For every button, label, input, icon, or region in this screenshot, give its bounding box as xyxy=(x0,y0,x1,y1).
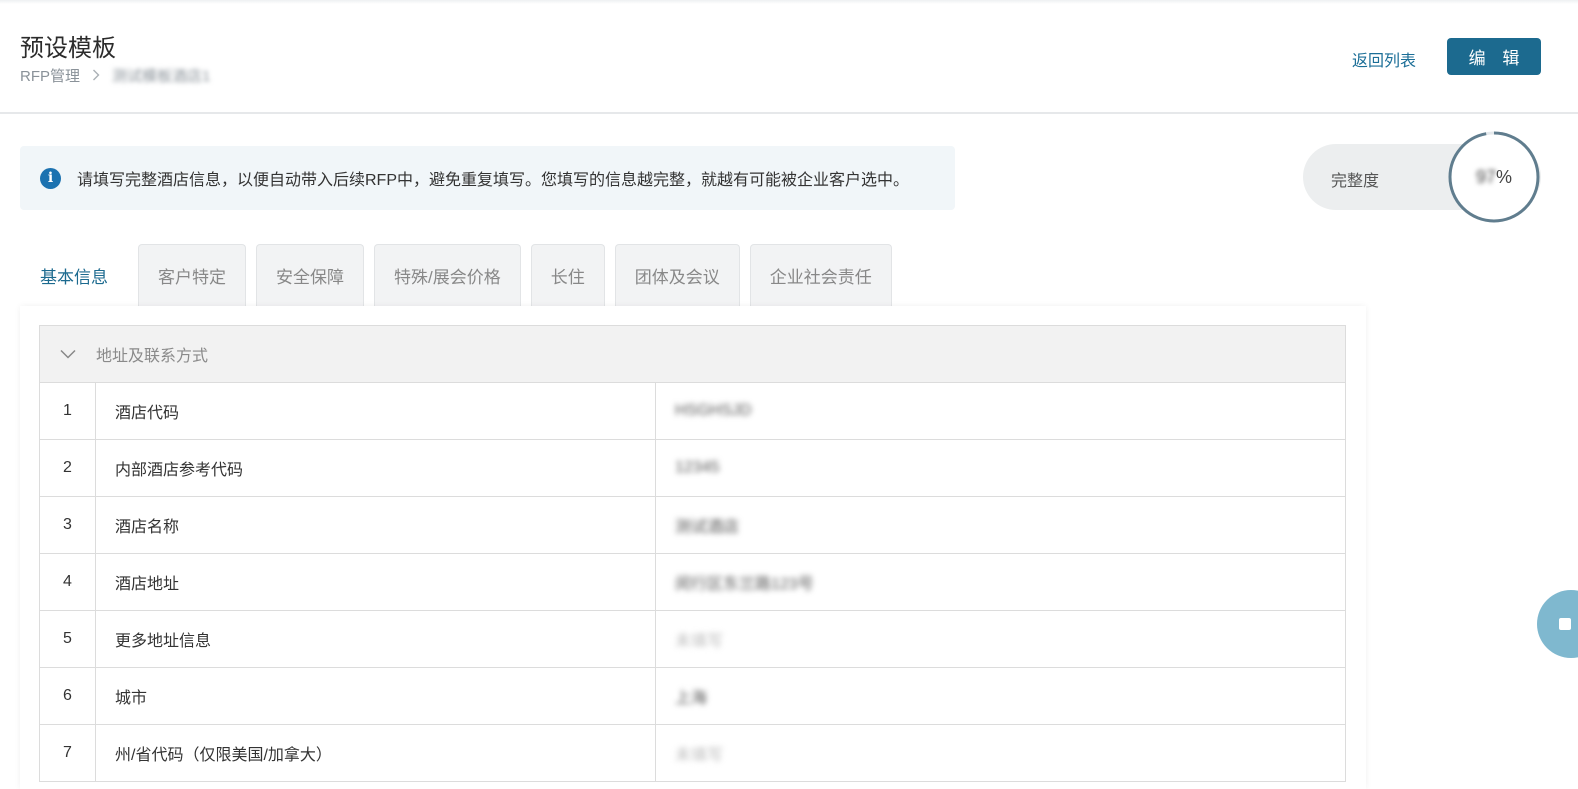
completeness-number: 97 xyxy=(1475,166,1496,187)
row-label: 内部酒店参考代码 xyxy=(95,439,656,497)
tab-long-stay[interactable]: 长住 xyxy=(530,244,605,306)
tab-csr[interactable]: 企业社会责任 xyxy=(749,244,892,306)
chat-float-button[interactable] xyxy=(1537,590,1578,658)
row-value: HSGHSJD xyxy=(675,402,752,419)
table-row: 4 酒店地址 闵行区东兰路123号 xyxy=(39,553,1346,611)
row-label: 州/省代码（仅限美国/加拿大） xyxy=(95,724,656,782)
breadcrumb: RFP管理 测试模板酒店1 xyxy=(20,65,210,86)
info-table: 1 酒店代码 HSGHSJD 2 内部酒店参考代码 12345 3 酒店名称 测试酒店 4 酒店地址… xyxy=(39,382,1346,782)
row-value: 测试酒店 xyxy=(675,519,740,536)
row-number: 1 xyxy=(39,382,96,440)
row-value: 闵行区东兰路123号 xyxy=(675,576,814,593)
info-text: 请填写完整酒店信息，以便自动带入后续RFP中，避免重复填写。您填写的信息越完整，… xyxy=(77,172,910,189)
row-value-cell: 闵行区东兰路123号 xyxy=(655,553,1346,611)
row-value: 未填写 xyxy=(675,747,724,764)
row-value: 12345 xyxy=(675,459,720,476)
row-value: 上海 xyxy=(675,690,708,707)
completeness-unit: % xyxy=(1496,166,1513,187)
row-number: 3 xyxy=(39,496,96,554)
row-label: 酒店代码 xyxy=(95,382,656,440)
row-number: 4 xyxy=(39,553,96,611)
row-value-cell: HSGHSJD xyxy=(655,382,1346,440)
row-value-cell: 测试酒店 xyxy=(655,496,1346,554)
row-label: 更多地址信息 xyxy=(95,610,656,668)
page-title: 预设模板 xyxy=(20,35,116,62)
table-row: 3 酒店名称 测试酒店 xyxy=(39,496,1346,554)
row-value-cell: 上海 xyxy=(655,667,1346,725)
table-row: 1 酒店代码 HSGHSJD xyxy=(39,382,1346,440)
tab-special-pricing[interactable]: 特殊/展会价格 xyxy=(374,244,521,306)
row-label: 酒店地址 xyxy=(95,553,656,611)
chevron-right-icon xyxy=(92,68,100,84)
breadcrumb-root[interactable]: RFP管理 xyxy=(20,65,80,86)
tab-bar: 基本信息 客户特定 安全保障 特殊/展会价格 长住 团体及会议 企业社会责任 xyxy=(20,244,902,306)
table-row: 2 内部酒店参考代码 12345 xyxy=(39,439,1346,497)
row-label: 酒店名称 xyxy=(95,496,656,554)
info-banner: i 请填写完整酒店信息，以便自动带入后续RFP中，避免重复填写。您填写的信息越完… xyxy=(20,146,955,210)
row-number: 7 xyxy=(39,724,96,782)
section-header[interactable]: 地址及联系方式 xyxy=(39,325,1346,383)
row-value: 未填写 xyxy=(675,633,724,650)
chevron-down-icon[interactable] xyxy=(60,346,76,362)
completeness-value: 97% xyxy=(1446,129,1542,225)
breadcrumb-current: 测试模板酒店1 xyxy=(112,68,211,85)
chat-icon xyxy=(1559,618,1571,630)
tab-basic-info[interactable]: 基本信息 xyxy=(20,244,128,306)
row-number: 6 xyxy=(39,667,96,725)
info-icon: i xyxy=(40,167,61,189)
row-label: 城市 xyxy=(95,667,656,725)
row-value-cell: 未填写 xyxy=(655,724,1346,782)
tab-groups-meetings[interactable]: 团体及会议 xyxy=(614,244,740,306)
page-header: 预设模板 RFP管理 测试模板酒店1 返回列表 编 辑 xyxy=(0,4,1578,114)
row-value-cell: 12345 xyxy=(655,439,1346,497)
back-to-list-link[interactable]: 返回列表 xyxy=(1352,47,1416,71)
table-row: 5 更多地址信息 未填写 xyxy=(39,610,1346,668)
table-row: 6 城市 上海 xyxy=(39,667,1346,725)
section-title: 地址及联系方式 xyxy=(96,348,209,365)
row-value-cell: 未填写 xyxy=(655,610,1346,668)
table-row: 7 州/省代码（仅限美国/加拿大） 未填写 xyxy=(39,724,1346,782)
completeness-label: 完整度 xyxy=(1331,173,1380,190)
row-number: 5 xyxy=(39,610,96,668)
tab-customer-specific[interactable]: 客户特定 xyxy=(138,244,246,306)
tab-safety[interactable]: 安全保障 xyxy=(256,244,364,306)
edit-button[interactable]: 编 辑 xyxy=(1447,38,1541,75)
row-number: 2 xyxy=(39,439,96,497)
